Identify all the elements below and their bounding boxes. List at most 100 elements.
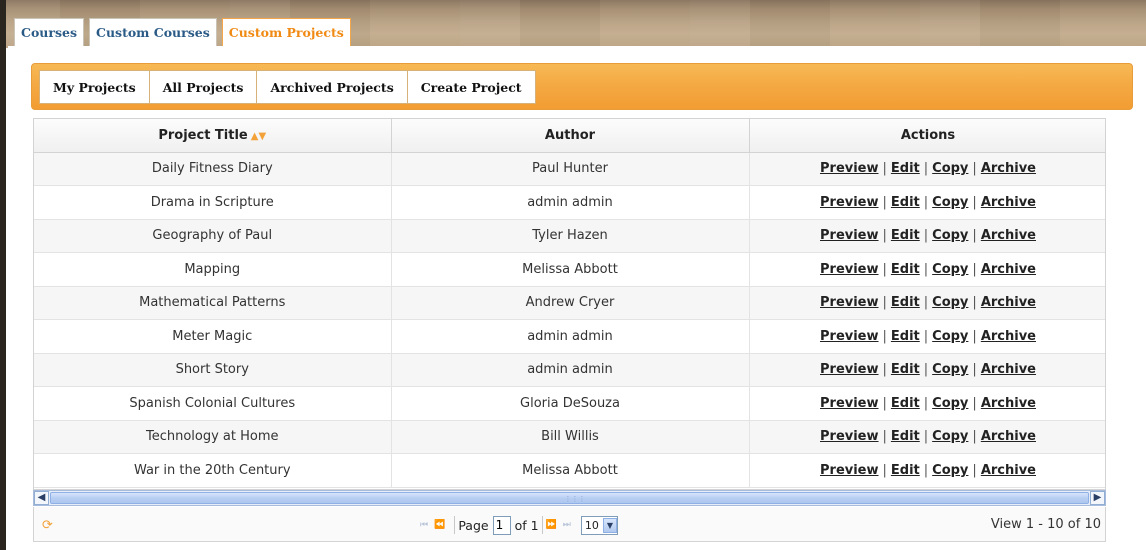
action-separator: | [882, 395, 887, 411]
project-title-cell: Mapping [34, 252, 392, 287]
copy-link[interactable]: Copy [932, 329, 968, 344]
edit-link[interactable]: Edit [891, 161, 920, 176]
copy-link[interactable]: Copy [932, 295, 968, 310]
archive-link[interactable]: Archive [981, 161, 1036, 176]
next-page-icon[interactable]: ⏩ [546, 520, 557, 530]
table-row: Mathematical Patterns Andrew Cryer Preview… [34, 286, 1105, 320]
preview-link[interactable]: Preview [820, 262, 879, 277]
divider [454, 516, 456, 534]
preview-link[interactable]: Preview [820, 463, 879, 478]
preview-link[interactable]: Preview [820, 396, 879, 411]
project-title-cell: Spanish Colonial Cultures [34, 386, 392, 421]
author-cell: Tyler Hazen [391, 219, 750, 253]
tab-courses[interactable]: Courses [14, 18, 84, 46]
preview-link[interactable]: Preview [820, 362, 879, 377]
copy-link[interactable]: Copy [932, 228, 968, 243]
preview-link[interactable]: Preview [820, 228, 879, 243]
edit-link[interactable]: Edit [891, 295, 920, 310]
action-separator: | [972, 228, 977, 244]
sort-icon[interactable]: ▲▼ [251, 131, 266, 142]
preview-link[interactable]: Preview [820, 161, 879, 176]
actions-cell: Preview | Edit | Copy | Archive [749, 453, 1105, 488]
preview-link[interactable]: Preview [820, 195, 879, 210]
edit-link[interactable]: Edit [891, 262, 920, 277]
window-edge [0, 0, 6, 550]
archive-link[interactable]: Archive [981, 262, 1036, 277]
my-projects-button[interactable]: My Projects [39, 70, 150, 104]
archive-link[interactable]: Archive [981, 329, 1036, 344]
actions-cell: Preview | Edit | Copy | Archive [749, 152, 1105, 186]
refresh-icon[interactable]: ⟳ [42, 518, 53, 533]
project-title-cell: Drama in Scripture [34, 185, 392, 220]
action-separator: | [882, 261, 887, 277]
prev-page-icon[interactable]: ⏪ [434, 520, 445, 530]
first-page-icon[interactable]: ⏮ [420, 520, 428, 530]
copy-link[interactable]: Copy [932, 362, 968, 377]
copy-link[interactable]: Copy [932, 262, 968, 277]
all-projects-button[interactable]: All Projects [148, 70, 258, 104]
copy-link[interactable]: Copy [932, 161, 968, 176]
author-cell: admin admin [391, 353, 750, 387]
copy-link[interactable]: Copy [932, 429, 968, 444]
edit-link[interactable]: Edit [891, 362, 920, 377]
preview-link[interactable]: Preview [820, 429, 879, 444]
action-separator: | [972, 362, 977, 378]
projects-grid: Project Title ▲▼ Author Actions Daily Fit… [33, 118, 1106, 490]
author-cell: Melissa Abbott [391, 252, 750, 287]
copy-link[interactable]: Copy [932, 195, 968, 210]
copy-link[interactable]: Copy [932, 463, 968, 478]
edit-link[interactable]: Edit [891, 195, 920, 210]
last-page-icon[interactable]: ⏭ [563, 520, 571, 530]
edit-link[interactable]: Edit [891, 329, 920, 344]
column-header-project-title[interactable]: Project Title ▲▼ [34, 119, 392, 153]
action-separator: | [923, 161, 929, 177]
preview-link[interactable]: Preview [820, 295, 879, 310]
archive-link[interactable]: Archive [981, 463, 1036, 478]
archive-link[interactable]: Archive [981, 362, 1036, 377]
table-row: Daily Fitness Diary Paul Hunter Preview | Ed… [34, 152, 1105, 186]
column-header-author[interactable]: Author [391, 119, 750, 153]
edit-link[interactable]: Edit [891, 429, 920, 444]
edit-link[interactable]: Edit [891, 396, 920, 411]
author-cell: Paul Hunter [391, 152, 750, 186]
action-separator: | [882, 462, 887, 478]
table-row: Technology at Home Bill Willis Preview | Edi… [34, 420, 1105, 454]
tab-custom-projects[interactable]: Custom Projects [221, 18, 351, 46]
table-row: War in the 20th Century Melissa Abbott Pre… [34, 453, 1105, 488]
page-label: Page [458, 517, 489, 533]
tab-custom-courses[interactable]: Custom Courses [89, 18, 217, 46]
author-cell: Melissa Abbott [391, 453, 750, 488]
action-separator: | [972, 395, 977, 411]
archive-link[interactable]: Archive [981, 295, 1036, 310]
archive-link[interactable]: Archive [981, 228, 1036, 243]
action-separator: | [972, 462, 977, 478]
horizontal-scrollbar[interactable]: ◀ ⋮⋮⋮ ▶ [33, 490, 1106, 506]
copy-link[interactable]: Copy [932, 396, 968, 411]
archive-link[interactable]: Archive [981, 429, 1036, 444]
edit-link[interactable]: Edit [891, 228, 920, 243]
grid-body: Daily Fitness Diary Paul Hunter Preview | Ed… [34, 152, 1105, 488]
action-separator: | [882, 228, 887, 244]
project-title-cell: Daily Fitness Diary [34, 152, 392, 186]
archived-projects-button[interactable]: Archived Projects [256, 70, 408, 104]
chevron-down-icon[interactable]: ▼ [602, 517, 617, 533]
archive-link[interactable]: Archive [981, 396, 1036, 411]
column-header-label: Project Title [158, 127, 248, 143]
archive-link[interactable]: Archive [981, 195, 1036, 210]
scrollbar-thumb[interactable]: ⋮⋮⋮ [50, 492, 1089, 504]
table-row: Drama in Scripture admin admin Preview | Edi… [34, 185, 1105, 220]
action-separator: | [972, 261, 977, 277]
action-separator: | [972, 429, 977, 445]
page-number-input[interactable] [492, 515, 511, 535]
rows-per-page-select[interactable]: 10 ▼ [580, 515, 618, 535]
create-project-button[interactable]: Create Project [406, 70, 536, 104]
author-cell: Andrew Cryer [391, 286, 750, 320]
action-separator: | [923, 362, 929, 378]
scroll-right-icon[interactable]: ▶ [1090, 491, 1105, 505]
table-row: Short Story admin admin Preview | Edit | Copy |… [34, 353, 1105, 387]
edit-link[interactable]: Edit [891, 463, 920, 478]
preview-link[interactable]: Preview [820, 329, 879, 344]
scroll-left-icon[interactable]: ◀ [34, 491, 49, 505]
records-info: View 1 - 10 of 10 [990, 517, 1101, 532]
table-row: Spanish Colonial Cultures Gloria DeSouza P… [34, 386, 1105, 421]
